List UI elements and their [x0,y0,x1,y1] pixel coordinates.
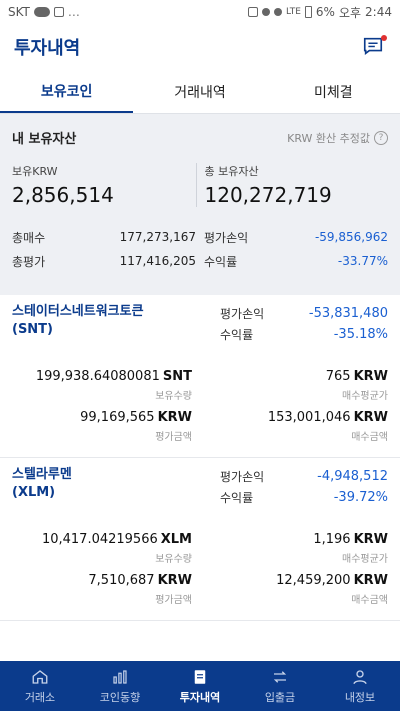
app-bar: 투자내역 [0,24,400,70]
coin-qty-label: 보유수량 [155,554,192,565]
krw-estimate-note[interactable]: KRW 환산 추정값 ? [287,130,388,146]
battery-icon [304,6,312,18]
coin-buy-unit: KRW [353,573,388,588]
nav-exchange[interactable]: 거래소 [0,661,80,711]
coin-qty: 10,417.04219566 [41,532,158,547]
coin-qty: 199,938.64080081 [35,369,160,384]
coin-avg-label: 매수평균가 [342,554,388,565]
help-icon: ? [374,130,388,145]
coin-rate-label: 수익률 [220,328,254,342]
bluetooth-icon [261,8,270,16]
bottom-nav: 거래소 코인동향 투자내역 입출금 내정보 [0,661,400,711]
coin-name: 스텔라루멘 [12,467,72,482]
transfer-icon [273,670,287,683]
coin-eval-amount: 7,510,687 [88,573,155,588]
nav-investments-label: 투자내역 [179,690,221,704]
lte-icon: LTE [285,7,301,17]
notification-dot [381,35,387,41]
coin-buy-label: 매수금액 [351,595,388,606]
total-buy-value: 177,273,167 [119,230,196,244]
coin-symbol: (SNT) [12,322,53,337]
tab-bar: 보유코인 거래내역 미체결 [0,70,400,114]
coin-eval-unit: KRW [157,573,192,588]
tab-pending[interactable]: 미체결 [267,70,400,113]
profit-loss-label: 평가손익 [204,230,249,245]
coin-eval-label: 평가금액 [155,595,192,606]
nav-my-info-label: 내정보 [344,690,376,704]
coin-pl-value: -4,948,512 [317,469,388,484]
battery-percent: 6% [315,5,335,19]
coin-symbol: (XLM) [12,485,56,500]
alarm-icon [273,8,282,16]
coin-qty-unit: SNT [162,369,192,384]
total-eval-label: 총평가 [12,254,46,269]
carrier-label: SKT [8,5,30,19]
nav-deposit-withdraw-label: 입출금 [264,690,296,704]
more-notifications-icon: … [67,5,80,19]
coin-buy-amount: 12,459,200 [276,573,351,588]
coin-pl-value: -53,831,480 [308,306,388,321]
clock: 2:44 [365,5,392,19]
coin-qty-label: 보유수량 [155,391,192,402]
coin-eval-unit: KRW [157,410,192,425]
total-buy-label: 총매수 [12,230,46,245]
coin-item-xlm[interactable]: 스텔라루멘 (XLM) 평가손익 -4,948,512 수익률 -39.72% 10… [0,458,400,621]
nfc-icon [247,7,258,17]
coin-eval-amount: 99,169,565 [80,410,155,425]
coin-buy-amount: 153,001,046 [267,410,351,425]
status-bar: SKT … LTE 6% 오후 2:44 [0,0,400,24]
coin-rate-value: -39.72% [333,490,388,505]
tab-transactions[interactable]: 거래내역 [133,70,266,113]
coin-buy-unit: KRW [353,410,388,425]
coin-item-snt[interactable]: 스테이터스네트워크토큰 (SNT) 평가손익 -53,831,480 수익률 -35… [0,295,400,458]
coin-pl-label: 평가손익 [220,470,265,484]
coin-avg-unit: KRW [353,532,388,547]
coin-rate-value: -35.18% [333,327,388,342]
profit-loss-value: -59,856,962 [314,230,388,244]
coin-avg-price: 765 [325,369,351,384]
coin-qty-unit: XLM [160,532,192,547]
krw-balance-value: 2,856,514 [12,183,114,207]
talk-icon [33,7,50,17]
coin-eval-label: 평가금액 [155,432,192,443]
nav-exchange-label: 거래소 [24,690,56,704]
nav-coin-trends[interactable]: 코인동향 [80,661,160,711]
coin-pl-label: 평가손익 [220,307,265,321]
krw-balance-label: 보유KRW [12,165,58,178]
nav-investments[interactable]: 투자내역 [160,661,240,711]
nav-my-info[interactable]: 내정보 [320,661,400,711]
nav-coin-trends-label: 코인동향 [99,690,141,704]
total-assets-label: 총 보유자산 [204,165,259,178]
page-title: 투자내역 [14,38,81,59]
asset-summary: 내 보유자산 KRW 환산 추정값 ? 보유KRW 2,856,514 총 보유… [0,114,400,295]
summary-title: 내 보유자산 [12,132,77,147]
user-icon [353,669,367,684]
nav-deposit-withdraw[interactable]: 입출금 [240,661,320,711]
bar-chart-icon [113,669,127,684]
total-eval-value: 117,416,205 [119,254,196,268]
coin-name: 스테이터스네트워크토큰 [12,304,144,319]
calendar-icon [53,7,64,17]
coin-buy-label: 매수금액 [351,432,388,443]
coin-avg-unit: KRW [353,369,388,384]
coin-rate-label: 수익률 [220,491,254,505]
krw-estimate-label: KRW 환산 추정값 [287,131,370,145]
coin-avg-label: 매수평균가 [342,391,388,402]
ampm-label: 오후 [338,5,362,20]
total-assets-value: 120,272,719 [204,183,332,207]
return-rate-value: -33.77% [337,254,388,268]
document-icon [194,669,206,684]
home-icon [32,669,48,684]
chat-button[interactable] [362,35,387,59]
tab-holdings[interactable]: 보유코인 [0,70,134,113]
coin-avg-price: 1,196 [313,532,351,547]
return-rate-label: 수익률 [204,254,238,269]
